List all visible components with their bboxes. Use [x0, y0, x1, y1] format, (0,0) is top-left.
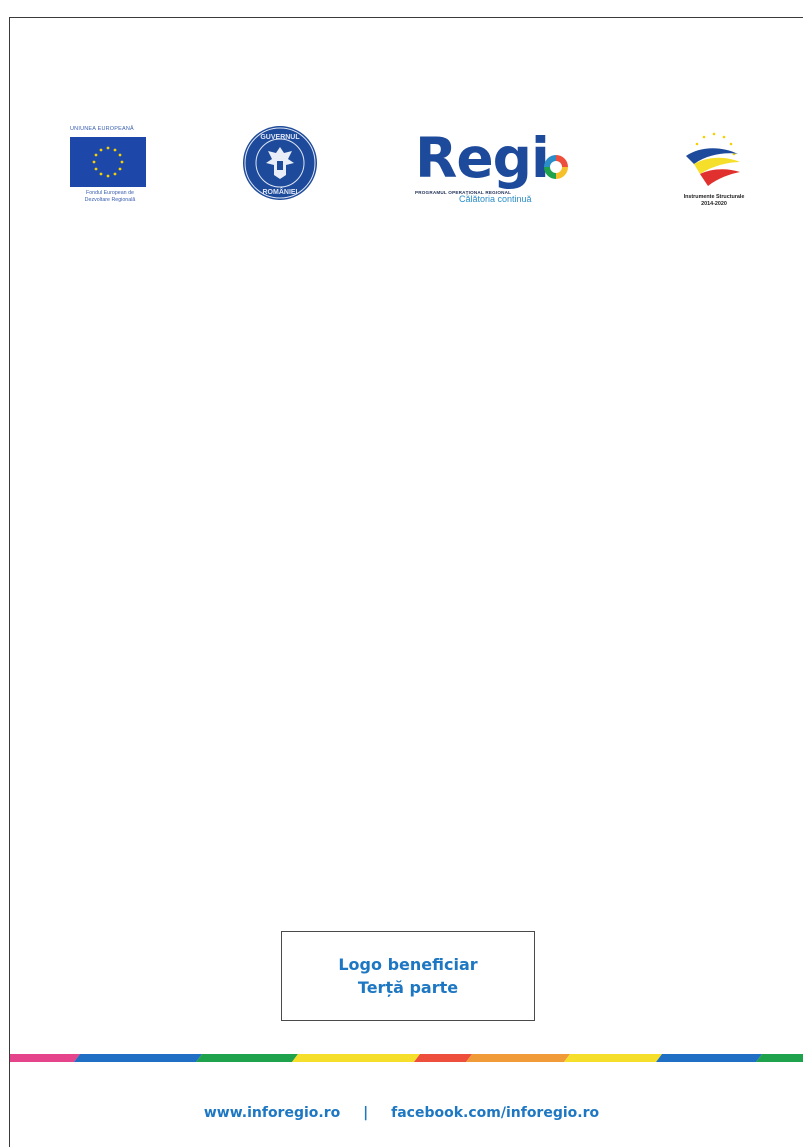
- footer: www.inforegio.ro | facebook.com/inforegi…: [0, 1105, 803, 1121]
- footer-separator: |: [363, 1105, 369, 1121]
- eu-logo: UNIUNEA EUROPEANĂ Fondul European de Dez…: [66, 126, 152, 206]
- website-link[interactable]: www.inforegio.ro: [204, 1105, 340, 1121]
- third-party-label: Terță parte: [357, 978, 459, 997]
- government-seal-top-text: GUVERNUL: [260, 134, 300, 141]
- eu-logo-subtitle: Fondul European de Dezvoltare Regională: [84, 190, 136, 203]
- eu-flag-icon: [70, 137, 146, 187]
- regio-wordmark: Regi: [415, 126, 550, 190]
- instrumente-structurale-swoosh-icon: [686, 132, 740, 186]
- government-romania-logo: GUVERNUL ROMÂNIEI: [240, 123, 320, 203]
- facebook-link[interactable]: facebook.com/inforegio.ro: [391, 1105, 599, 1121]
- government-seal-icon: GUVERNUL ROMÂNIEI: [243, 126, 317, 200]
- government-seal-bottom-text: ROMÂNIEI: [263, 187, 298, 196]
- regio-logo: Regi PROGRAMUL OPERAȚIONAL REGIONAL Călă…: [413, 128, 573, 208]
- eu-logo-title: UNIUNEA EUROPEANĂ: [70, 126, 134, 132]
- regio-color-wheel-icon: [544, 155, 568, 179]
- beneficiary-logo-placeholder: Logo beneficiar Terță parte: [281, 931, 535, 1021]
- regio-tagline: Călătoria continuă: [459, 194, 532, 204]
- instrumente-structurale-logo: Instrumente Structurale 2014-2020: [664, 126, 764, 216]
- instrumente-structurale-label: Instrumente Structurale 2014-2020: [683, 194, 745, 207]
- beneficiary-logo-label: Logo beneficiar: [338, 955, 478, 974]
- footer-color-band: [10, 1054, 803, 1062]
